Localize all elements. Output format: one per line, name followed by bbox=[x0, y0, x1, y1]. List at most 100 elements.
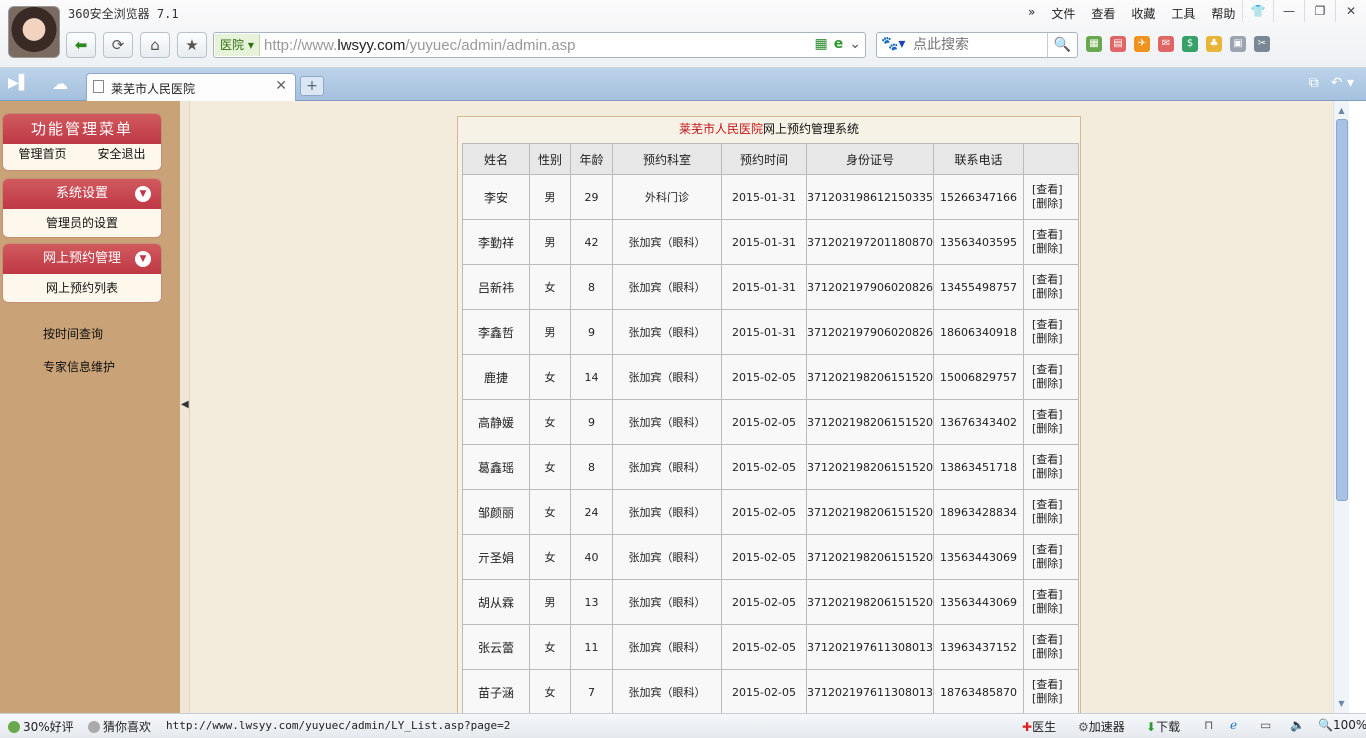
collapse-icon[interactable]: ▼ bbox=[135, 186, 151, 202]
tab-close-icon[interactable]: ✕ bbox=[275, 78, 287, 94]
delete-link[interactable]: [删除] bbox=[1032, 467, 1078, 481]
menu-favorites[interactable]: 收藏 bbox=[1123, 5, 1163, 22]
sidebar-toggle-icon[interactable]: ▶▌ bbox=[8, 75, 30, 91]
qrcode-icon[interactable]: ▦ bbox=[815, 36, 828, 52]
sound-icon[interactable]: 🔈 bbox=[1290, 718, 1305, 732]
delete-link[interactable]: [删除] bbox=[1032, 287, 1078, 301]
scroll-down-icon[interactable]: ▼ bbox=[1334, 696, 1349, 711]
search-engine-icon[interactable]: 🐾▾ bbox=[881, 36, 905, 52]
close-window-button[interactable]: ✕ bbox=[1335, 0, 1366, 22]
cell-gender: 女 bbox=[529, 669, 571, 713]
medical-cross-icon: ✚ bbox=[1022, 720, 1033, 734]
menu-tools[interactable]: 工具 bbox=[1163, 5, 1203, 22]
cell-gender: 女 bbox=[529, 444, 571, 490]
new-tab-button[interactable]: + bbox=[300, 76, 324, 96]
minimize-button[interactable]: — bbox=[1273, 0, 1304, 22]
delete-link[interactable]: [删除] bbox=[1032, 512, 1078, 526]
tab-list-icon[interactable]: ⧉ bbox=[1309, 75, 1319, 91]
delete-link[interactable]: [删除] bbox=[1032, 422, 1078, 436]
user-avatar[interactable] bbox=[8, 6, 60, 58]
vertical-scrollbar[interactable]: ▲ ▼ bbox=[1333, 101, 1349, 713]
system-settings-box: 系统设置 ▼ 管理员的设置 bbox=[2, 178, 162, 238]
view-link[interactable]: [查看] bbox=[1032, 588, 1078, 602]
ie-icon[interactable]: ℯ bbox=[1230, 718, 1237, 732]
cell-phone: 18606340918 bbox=[932, 309, 1024, 355]
guess-icon bbox=[88, 721, 100, 733]
home-button[interactable]: ⌂ bbox=[140, 32, 170, 58]
view-link[interactable]: [查看] bbox=[1032, 273, 1078, 287]
guess-item[interactable]: 猜你喜欢 bbox=[88, 718, 151, 735]
doctor-item[interactable]: ✚医生 bbox=[1022, 718, 1056, 735]
search-icon[interactable]: 🔍 bbox=[1047, 33, 1077, 57]
refresh-button[interactable]: ⟳ bbox=[103, 32, 133, 58]
scroll-up-icon[interactable]: ▲ bbox=[1334, 103, 1349, 118]
search-input[interactable] bbox=[913, 35, 1043, 55]
scrollbar-thumb[interactable] bbox=[1336, 119, 1348, 501]
admin-settings-link[interactable]: 管理员的设置 bbox=[3, 213, 161, 235]
menu-view[interactable]: 查看 bbox=[1083, 5, 1123, 22]
download-item[interactable]: ⬇下载 bbox=[1146, 718, 1180, 735]
view-link[interactable]: [查看] bbox=[1032, 543, 1078, 557]
delete-link[interactable]: [删除] bbox=[1032, 197, 1078, 211]
table-row: 鹿捷女 14 张加宾（眼科） 2015-02-05 371202198206151520… bbox=[462, 354, 1079, 400]
game-icon[interactable]: ♣ bbox=[1206, 36, 1222, 52]
collapse-icon[interactable]: ▼ bbox=[135, 251, 151, 267]
image-icon[interactable]: ▣ bbox=[1230, 36, 1246, 52]
view-link[interactable]: [查看] bbox=[1032, 363, 1078, 377]
delete-link[interactable]: [删除] bbox=[1032, 557, 1078, 571]
col-age: 年龄 bbox=[570, 143, 613, 175]
view-link[interactable]: [查看] bbox=[1032, 318, 1078, 332]
address-bar[interactable]: 医院 ▾ http://www.lwsyy.com/yuyuec/admin/a… bbox=[213, 32, 866, 58]
mail-icon[interactable]: ✉ bbox=[1158, 36, 1174, 52]
accelerator-item[interactable]: ⚙加速器 bbox=[1078, 718, 1125, 735]
delete-link[interactable]: [删除] bbox=[1032, 602, 1078, 616]
query-by-time-link[interactable]: 按时间查询 bbox=[43, 325, 103, 342]
menu-more-button[interactable]: » bbox=[1020, 5, 1043, 22]
window-icon[interactable]: ▭ bbox=[1260, 718, 1271, 732]
delete-link[interactable]: [删除] bbox=[1032, 692, 1078, 706]
ie-compat-icon[interactable]: e bbox=[834, 36, 844, 52]
view-link[interactable]: [查看] bbox=[1032, 183, 1078, 197]
menu-file[interactable]: 文件 bbox=[1043, 5, 1083, 22]
url-domain: lwsyy.com bbox=[337, 37, 406, 54]
browser-menu: » 文件 查看 收藏 工具 帮助 bbox=[1020, 5, 1243, 22]
address-dropdown-icon[interactable]: ⌄ bbox=[849, 36, 861, 52]
delete-link[interactable]: [删除] bbox=[1032, 377, 1078, 391]
logout-link[interactable]: 安全退出 bbox=[97, 144, 145, 166]
expert-info-link[interactable]: 专家信息维护 bbox=[43, 358, 115, 375]
cloud-icon[interactable]: ☁ bbox=[52, 74, 68, 93]
appointment-management-header[interactable]: 网上预约管理 ▼ bbox=[3, 244, 161, 274]
apps-icon[interactable]: ▦ bbox=[1086, 36, 1102, 52]
address-url[interactable]: http://www.lwsyy.com/yuyuec/admin/admin.… bbox=[264, 37, 576, 54]
flight-icon[interactable]: ✈ bbox=[1134, 36, 1150, 52]
back-button[interactable]: ⬅ bbox=[66, 32, 96, 58]
tab-active[interactable]: 莱芜市人民医院 ✕ bbox=[86, 73, 296, 101]
fullscreen-icon[interactable]: ⊓ bbox=[1204, 718, 1213, 732]
favorite-star-button[interactable]: ★ bbox=[177, 32, 207, 58]
delete-link[interactable]: [删除] bbox=[1032, 332, 1078, 346]
view-link[interactable]: [查看] bbox=[1032, 633, 1078, 647]
view-link[interactable]: [查看] bbox=[1032, 453, 1078, 467]
rating-item[interactable]: 30%好评 bbox=[8, 718, 74, 735]
menu-help[interactable]: 帮助 bbox=[1203, 5, 1243, 22]
view-link[interactable]: [查看] bbox=[1032, 678, 1078, 692]
appointment-list-link[interactable]: 网上预约列表 bbox=[3, 278, 161, 300]
view-link[interactable]: [查看] bbox=[1032, 228, 1078, 242]
skin-icon[interactable]: 👕 bbox=[1242, 0, 1273, 22]
collapse-left-icon[interactable]: ◀ bbox=[181, 399, 189, 410]
view-link[interactable]: [查看] bbox=[1032, 498, 1078, 512]
cell-department: 外科门诊 bbox=[612, 174, 722, 220]
frame-splitter[interactable]: ◀ bbox=[180, 101, 190, 713]
delete-link[interactable]: [删除] bbox=[1032, 242, 1078, 256]
restore-button[interactable]: ❐ bbox=[1304, 0, 1335, 22]
system-settings-header[interactable]: 系统设置 ▼ bbox=[3, 179, 161, 209]
view-link[interactable]: [查看] bbox=[1032, 408, 1078, 422]
address-category-tag[interactable]: 医院 ▾ bbox=[215, 34, 260, 56]
undo-close-icon[interactable]: ↶ ▾ bbox=[1331, 75, 1354, 91]
delete-link[interactable]: [删除] bbox=[1032, 647, 1078, 661]
cut-icon[interactable]: ✂ bbox=[1254, 36, 1270, 52]
admin-home-link[interactable]: 管理首页 bbox=[18, 144, 66, 166]
zoom-item[interactable]: 🔍100% bbox=[1318, 718, 1366, 732]
calendar-icon[interactable]: ▤ bbox=[1110, 36, 1126, 52]
shield-icon[interactable]: $ bbox=[1182, 36, 1198, 52]
